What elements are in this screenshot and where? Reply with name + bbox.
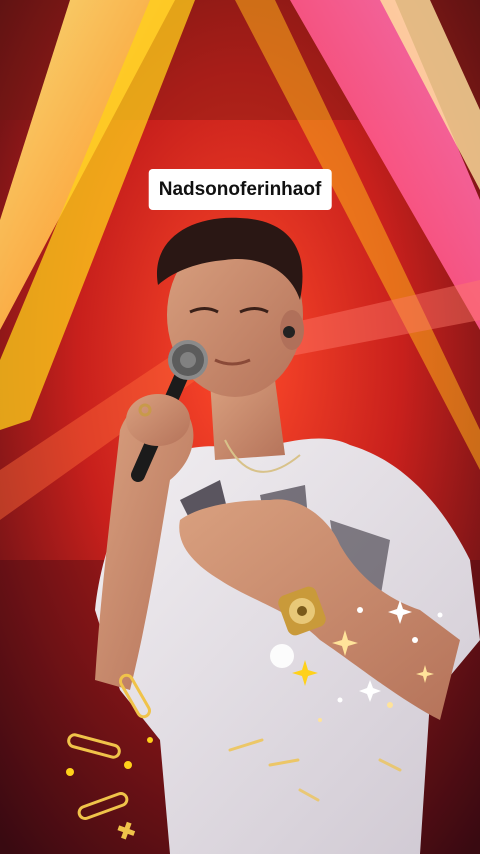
video-text-overlay: Nadsonoferinhaof xyxy=(148,169,332,210)
in-ear-monitor xyxy=(283,326,295,338)
concert-photo xyxy=(0,0,480,854)
glow-orb xyxy=(270,644,294,668)
